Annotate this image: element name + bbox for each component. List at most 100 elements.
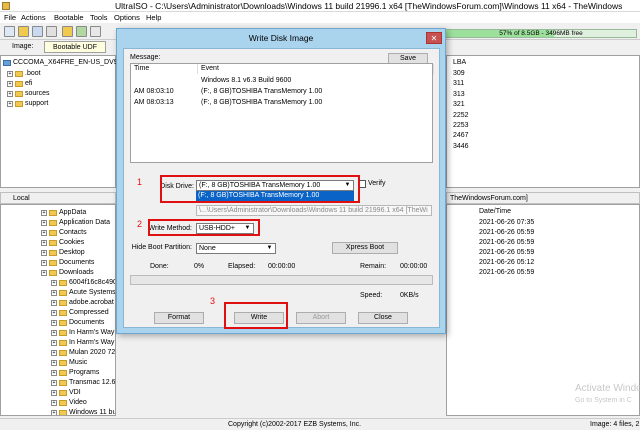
expand-icon[interactable]: + [51, 319, 57, 326]
local-tree-label: AppData [59, 209, 87, 216]
copyright-text: Copyright (c)2002-2017 EZB Systems, Inc. [228, 421, 362, 428]
menu-tools[interactable]: Tools [90, 13, 108, 22]
expand-icon[interactable]: + [51, 329, 57, 336]
expand-icon[interactable]: + [51, 409, 57, 415]
folder-icon [15, 80, 23, 87]
expand-icon[interactable]: + [51, 349, 57, 356]
local-tree-item[interactable]: + Contacts [41, 228, 87, 237]
expand-icon[interactable]: + [41, 269, 47, 276]
message-log: Time Event Windows 8.1 v6.3 Build 9600 A… [130, 63, 434, 163]
activate-hint: Go to System in C [575, 397, 632, 404]
local-tree-item[interactable]: + Transmac 12.6.2 [51, 378, 115, 387]
title-bar: UltraISO - C:\Users\Administrator\Downlo… [0, 0, 640, 12]
xpress-boot-button[interactable]: Xpress Boot [332, 242, 398, 254]
folder-icon [59, 339, 67, 346]
local-tree-item[interactable]: + In Harm's Way [51, 338, 114, 347]
local-tree-label: Compressed [69, 309, 109, 316]
new-icon[interactable] [4, 26, 15, 37]
local-tree-item[interactable]: + In Harm's Way [51, 328, 114, 337]
properties-icon[interactable] [46, 26, 57, 37]
local-tree-label: Mulan 2020 720 [69, 349, 116, 356]
local-tree-item[interactable]: + Acute Systems [51, 288, 115, 297]
iso-root[interactable]: CCCOMA_X64FRE_EN-US_DV9 [3, 58, 118, 67]
lba-value: 321 [453, 101, 465, 108]
annotation-2: 2 [137, 219, 143, 229]
expand-icon[interactable]: + [51, 299, 57, 306]
expand-icon[interactable]: + [51, 309, 57, 316]
local-tree-item[interactable]: + adobe.acrobat [51, 298, 114, 307]
local-tree-label: In Harm's Way [69, 329, 115, 336]
image-type-button[interactable]: Bootable UDF [44, 41, 106, 53]
local-tree-item[interactable]: + Desktop [41, 248, 85, 257]
tree-item[interactable]: + .boot [7, 69, 41, 78]
expand-icon[interactable]: + [51, 359, 57, 366]
message-label: Message: [130, 54, 161, 61]
local-tree-item[interactable]: + Mulan 2020 720 [51, 348, 116, 357]
local-path-bar: TheWindowsForum.com] [446, 192, 640, 204]
write-disk-image-dialog: Write Disk Image ✕ Message: Save Time Ev… [116, 28, 446, 334]
abort-button[interactable]: Abort [296, 312, 346, 324]
expand-icon[interactable]: + [41, 219, 47, 226]
log-event: (F:, 8 GB)TOSHIBA TransMemory 1.00 [201, 88, 323, 95]
extract-icon[interactable] [62, 26, 73, 37]
local-tree-item[interactable]: + AppData [41, 208, 86, 217]
mount-icon[interactable] [90, 26, 101, 37]
expand-icon[interactable]: + [51, 339, 57, 346]
lba-value: 2467 [453, 132, 469, 139]
menu-actions[interactable]: Actions [21, 13, 46, 22]
lba-value: 313 [453, 91, 465, 98]
open-icon[interactable] [18, 26, 29, 37]
menu-file[interactable]: File [4, 13, 16, 22]
expand-icon[interactable]: + [51, 379, 57, 386]
expand-icon[interactable]: + [51, 399, 57, 406]
local-tree-item[interactable]: + Programs [51, 368, 99, 377]
local-tree-item[interactable]: + VDI [51, 388, 81, 397]
verify-label: Verify [368, 180, 386, 187]
local-tree-item[interactable]: + Application Data [41, 218, 110, 227]
lba-value: 3446 [453, 143, 469, 150]
expand-icon[interactable]: + [41, 229, 47, 236]
local-tree-item[interactable]: +6004f16c8c490 [51, 278, 115, 287]
local-tree-item[interactable]: + Windows 11 buil [51, 408, 115, 415]
expand-icon[interactable]: + [41, 209, 47, 216]
folder-icon [49, 269, 57, 276]
local-tree-label: Desktop [59, 249, 85, 256]
menu-help[interactable]: Help [146, 13, 161, 22]
expand-icon[interactable]: + [51, 369, 57, 376]
expand-icon[interactable]: + [41, 239, 47, 246]
expand-icon[interactable]: + [51, 279, 57, 286]
save-icon[interactable] [32, 26, 43, 37]
expand-icon[interactable]: + [51, 389, 57, 396]
expand-icon[interactable]: + [41, 249, 47, 256]
highlight-box-2 [148, 219, 260, 236]
local-tree-item[interactable]: + Music [51, 358, 87, 367]
local-tree-item[interactable]: + Cookies [41, 238, 84, 247]
local-tree-item[interactable]: + Video [51, 398, 87, 407]
local-tree-label: Video [69, 399, 87, 406]
close-icon[interactable]: ✕ [426, 32, 442, 44]
status-bar: Copyright (c)2002-2017 EZB Systems, Inc.… [0, 418, 640, 430]
expand-icon[interactable]: + [41, 259, 47, 266]
close-button[interactable]: Close [358, 312, 408, 324]
local-tree-label: Downloads [59, 269, 94, 276]
local-tree-item[interactable]: + Compressed [51, 308, 109, 317]
hide-boot-select[interactable]: None ▼ [196, 243, 276, 254]
local-tree-item[interactable]: + Documents [41, 258, 94, 267]
local-header: Local [0, 192, 116, 204]
image-bar: Image: Bootable UDF [0, 41, 120, 54]
done-value: 0% [194, 263, 205, 270]
tree-item[interactable]: + efi [7, 79, 32, 88]
expand-icon[interactable]: + [51, 289, 57, 296]
menu-bootable[interactable]: Bootable [54, 13, 84, 22]
local-tree-item[interactable]: + Documents [51, 318, 104, 327]
menu-options[interactable]: Options [114, 13, 140, 22]
log-event: Windows 8.1 v6.3 Build 9600 [201, 77, 292, 84]
tree-item[interactable]: + sources [7, 89, 50, 98]
burn-icon[interactable] [76, 26, 87, 37]
image-file-field[interactable]: \...\Users\Administrator\Downloads\Windo… [196, 205, 432, 216]
folder-icon [59, 399, 67, 406]
local-tree-item[interactable]: + Downloads [41, 268, 94, 277]
local-file-panel: Date/Time 2021-06-26 07:35 2021-06-26 05… [446, 204, 640, 416]
tree-item[interactable]: + support [7, 99, 48, 108]
format-button[interactable]: Format [154, 312, 204, 324]
